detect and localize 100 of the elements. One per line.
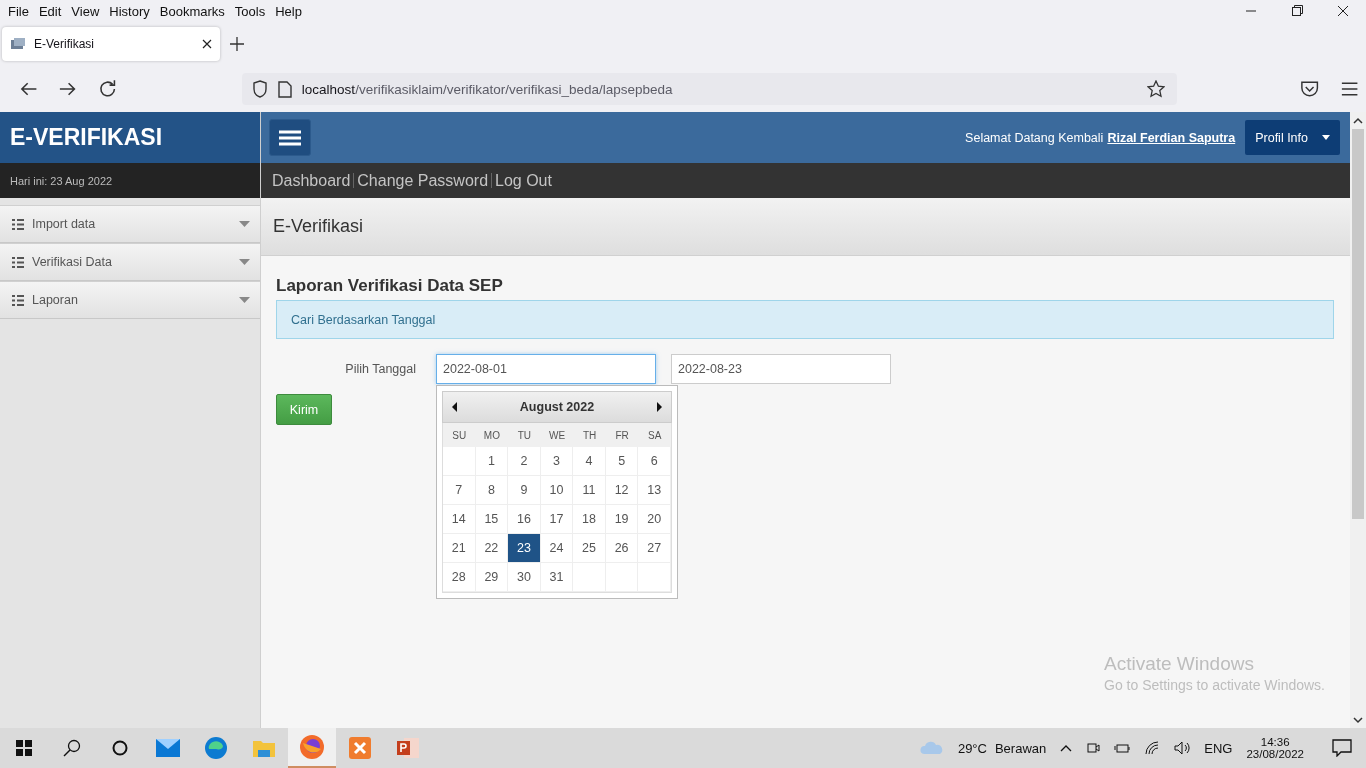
sidebar-item[interactable]: Verifikasi Data [0, 243, 260, 281]
circle-icon[interactable] [112, 740, 128, 756]
wifi-icon [1144, 741, 1161, 755]
date-input[interactable]: 2022-08-23 [671, 354, 891, 384]
calendar-day[interactable]: 3 [540, 447, 574, 476]
calendar-day[interactable]: 17 [540, 505, 574, 534]
notice-text: Go to Settings to activate Windows. [1104, 677, 1325, 693]
menu-icon [279, 129, 301, 146]
calendar-day[interactable]: 16 [508, 505, 541, 534]
menu-item[interactable]: Tools [230, 3, 270, 19]
calendar-day[interactable]: 6 [638, 447, 671, 476]
calendar-day[interactable]: 12 [605, 476, 639, 505]
weekday-label: MO [475, 423, 509, 447]
calendar-day[interactable]: 1 [475, 447, 509, 476]
calendar-day[interactable]: 30 [508, 563, 541, 592]
chevron-up-icon[interactable] [1060, 744, 1073, 752]
caret-icon [239, 259, 250, 265]
calendar-day[interactable]: 21 [443, 534, 476, 563]
menu-button[interactable] [269, 119, 311, 156]
scrollbar-thumb[interactable] [1352, 129, 1364, 519]
calendar-day[interactable]: 22 [475, 534, 509, 563]
calendar-day[interactable]: 5 [605, 447, 639, 476]
section-title: Laporan Verifikasi Data SEP [276, 276, 504, 296]
scroll-down-icon[interactable] [1352, 714, 1364, 726]
nav-link[interactable]: Change Password [357, 171, 489, 190]
menu-item[interactable]: Bookmarks [155, 3, 229, 19]
brand-title: E-VERIFIKASI [0, 112, 260, 163]
calendar-day[interactable]: 2 [508, 447, 541, 476]
calendar-day[interactable]: 4 [573, 447, 606, 476]
calendar-day[interactable]: 7 [443, 476, 476, 505]
calendar-day[interactable]: 9 [508, 476, 541, 505]
empty-day-cell [638, 563, 671, 592]
weather-text: Berawan [994, 740, 1047, 756]
camera-icon [1086, 740, 1101, 756]
calendar-day[interactable]: 24 [540, 534, 574, 563]
calendar-day[interactable]: 31 [540, 563, 574, 592]
list-icon [12, 256, 24, 268]
plus-icon[interactable] [230, 37, 244, 51]
menu-item[interactable]: File [4, 3, 33, 19]
browser-tab[interactable]: E-Verifikasi [2, 27, 220, 61]
browser-icon[interactable] [204, 736, 228, 760]
caret-icon [239, 297, 250, 303]
page-icon [277, 80, 292, 98]
calendar-day[interactable]: 29 [475, 563, 509, 592]
calendar-day[interactable]: 15 [475, 505, 509, 534]
month-title: August 2022 [519, 400, 595, 414]
welcome-text: Selamat Datang Kembali [965, 130, 1104, 145]
list-icon [12, 218, 24, 230]
search-icon[interactable] [63, 739, 81, 757]
clock-time[interactable]: 14:36 [1260, 736, 1290, 748]
menu-item[interactable]: Edit [34, 3, 66, 19]
close-icon[interactable] [202, 39, 212, 49]
firefox-icon[interactable] [299, 734, 325, 760]
field-label: Pilih Tanggal [344, 362, 417, 376]
address-bar[interactable]: localhost/verifikasiklaim/verifikator/verifikasi_beda/lapsepbeda [241, 73, 1178, 105]
sidebar-item[interactable]: Import data [0, 205, 260, 243]
cloud-icon [919, 741, 944, 755]
empty-day-cell [605, 563, 639, 592]
calendar-day[interactable]: 25 [573, 534, 606, 563]
date-input[interactable]: 2022-08-01 [436, 354, 656, 384]
page-title: E-Verifikasi [273, 216, 364, 237]
list-icon [12, 294, 24, 306]
clock-date[interactable]: 23/08/2022 [1246, 748, 1304, 760]
calendar-day[interactable]: 26 [605, 534, 639, 563]
user-link[interactable]: Rizal Ferdian Saputra [1107, 130, 1236, 145]
calendar-day[interactable]: 28 [443, 563, 476, 592]
weekday-label: TH [573, 423, 606, 447]
notice-title: Activate Windows [1104, 653, 1255, 675]
nav-link[interactable]: Log Out [495, 171, 552, 190]
calendar-day[interactable]: 23 [508, 534, 541, 563]
calendar-day[interactable]: 8 [475, 476, 509, 505]
previous-icon[interactable] [451, 402, 459, 412]
language-text[interactable]: ENG [1204, 740, 1233, 756]
presentation-icon[interactable] [396, 737, 420, 759]
windows-icon[interactable] [16, 740, 32, 756]
speaker-icon [1174, 741, 1191, 755]
nav-link[interactable]: Dashboard [272, 171, 351, 190]
calendar-day[interactable]: 18 [573, 505, 606, 534]
profile-button[interactable]: Profil Info [1245, 120, 1340, 155]
calendar-day[interactable]: 13 [638, 476, 671, 505]
caret-icon [1322, 135, 1330, 140]
battery-icon [1114, 742, 1131, 754]
next-icon[interactable] [655, 402, 663, 412]
xampp-icon[interactable] [348, 736, 372, 760]
calendar-day[interactable]: 20 [638, 505, 671, 534]
calendar-day[interactable]: 10 [540, 476, 574, 505]
calendar-day[interactable]: 11 [573, 476, 606, 505]
menu-item[interactable]: View [67, 3, 104, 19]
calendar-day[interactable]: 27 [638, 534, 671, 563]
weekday-label: SU [443, 423, 476, 447]
weekday-label: TU [508, 423, 541, 447]
menu-item[interactable]: History [105, 3, 154, 19]
calendar-day[interactable]: 19 [605, 505, 639, 534]
calendar-day[interactable]: 14 [443, 505, 476, 534]
temperature-text: 29°C [957, 740, 987, 756]
sidebar-item[interactable]: Laporan [0, 281, 260, 319]
mail-icon[interactable] [155, 738, 181, 758]
url-text: localhost/verifikasiklaim/verifikator/verifikasi_beda/lapsepbeda [301, 81, 674, 97]
star-icon[interactable] [1147, 80, 1166, 98]
menu-item[interactable]: Help [271, 3, 306, 19]
